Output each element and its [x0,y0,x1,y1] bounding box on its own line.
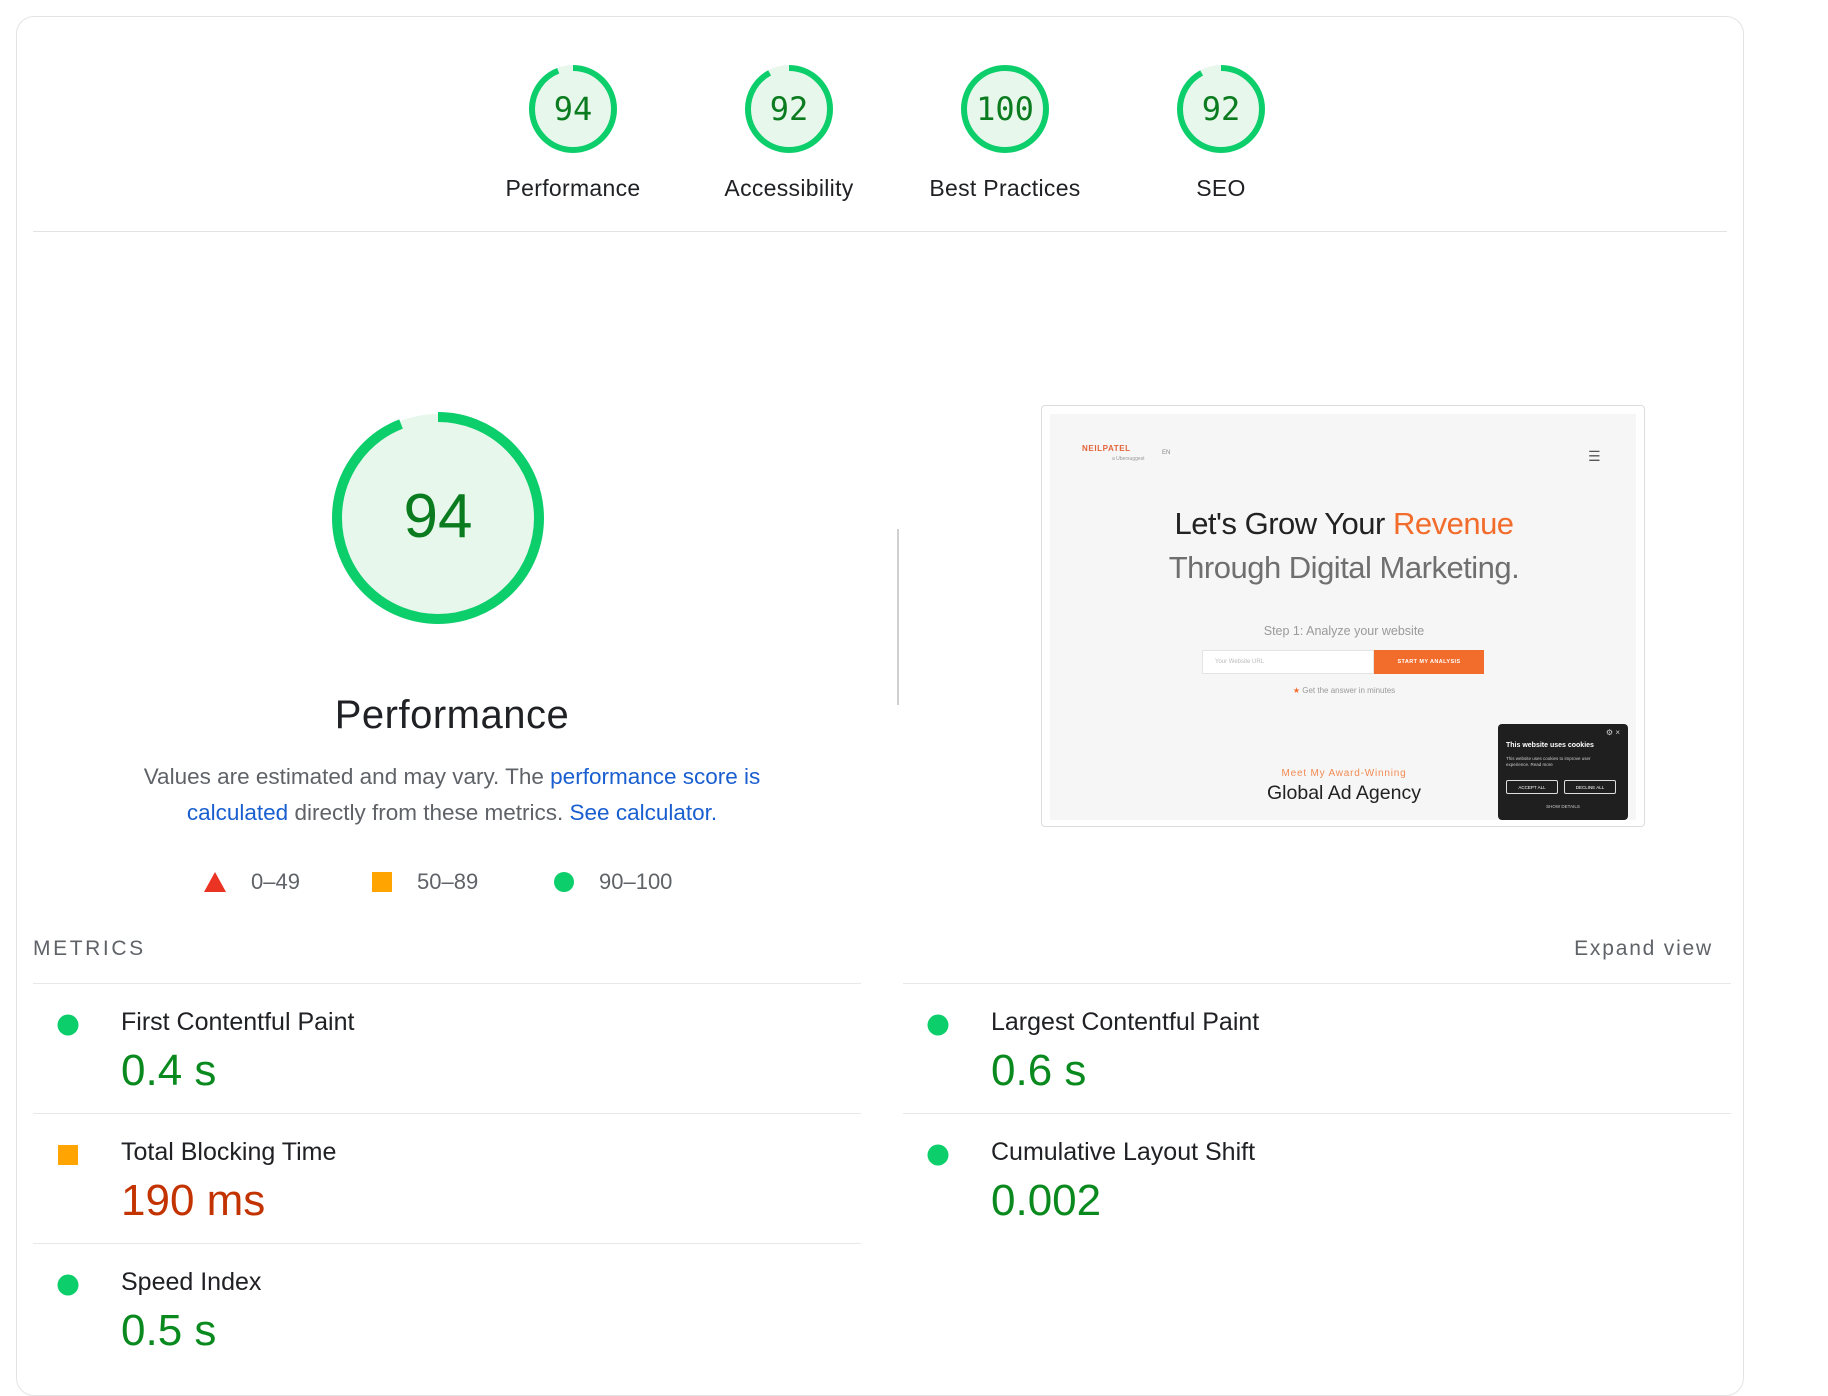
metric-value: 0.4 s [121,1046,217,1095]
expand-view-toggle[interactable]: Expand view [1574,937,1713,961]
pass-circle-icon [927,1144,949,1166]
metric-cls: Cumulative Layout Shift 0.002 [903,1113,1731,1243]
hero-heading-text: Let's Grow Your [1174,506,1393,541]
pass-circle-icon [927,1014,949,1036]
language-switch: EN [1162,450,1171,456]
performance-title: Performance [334,693,570,737]
vertical-divider [897,529,899,705]
gauge-ring: 92 [1177,65,1265,153]
gauge-score: 92 [770,90,809,128]
gauge-label: Performance [505,175,641,201]
metric-value: 190 ms [121,1176,266,1225]
show-details: SHOW DETAILS [1546,804,1580,809]
category-gauges: 94 Performance 92 Accessibility 100 Best… [33,17,1727,232]
star-icon: ★ [1292,686,1300,695]
report-card: 94 Performance 92 Accessibility 100 Best… [16,16,1744,1396]
close-icon: ⚙ × [1605,728,1620,737]
metric-name: Speed Index [121,1268,262,1296]
metric-name: Cumulative Layout Shift [991,1138,1256,1166]
triangle-icon [204,872,226,892]
gauge-ring-large: 94 [332,412,544,624]
performance-score: 94 [404,482,473,551]
gauge-score: 100 [976,90,1034,128]
cookie-banner: ⚙ × This website uses cookies This websi… [1498,724,1628,820]
site-logo: NEILPATEL [1082,444,1131,453]
page-screenshot[interactable]: NEILPATEL a Ubersuggest EN ☰ Let's Grow … [1041,405,1645,827]
hero-subheading: Through Digital Marketing. [1168,550,1520,585]
gauge-label: SEO [1196,175,1246,201]
gauge-seo[interactable]: 92 SEO [1111,61,1331,202]
gauge-ring: 92 [745,65,833,153]
metric-lcp: Largest Contentful Paint 0.6 s [903,983,1731,1113]
legend-range: 90–100 [599,869,673,894]
hero-note-text: Get the answer in minutes [1302,686,1396,695]
gauge-best-practices[interactable]: 100 Best Practices [895,61,1115,202]
legend-average: 50–89 [371,869,478,895]
gauge-accessibility[interactable]: 92 Accessibility [679,61,899,202]
legend-range: 50–89 [417,869,479,894]
hero-step: Step 1: Analyze your website [1263,624,1425,638]
performance-description: Values are estimated and may vary. The p… [107,759,797,831]
legend-pass: 90–100 [553,869,672,895]
url-input: Your Website URL [1202,650,1374,674]
average-square-icon [58,1145,78,1165]
performance-gauge-large: 94 [327,407,549,634]
square-icon [372,872,392,892]
menu-icon: ☰ [1588,448,1601,464]
metric-fcp: First Contentful Paint 0.4 s [33,983,861,1113]
metric-name: Largest Contentful Paint [991,1008,1260,1036]
gauge-ring: 94 [529,65,617,153]
pass-circle-icon [57,1274,79,1296]
metric-value: 0.5 s [121,1306,217,1355]
gauge-performance[interactable]: 94 Performance [463,61,683,202]
desc-text: Values are estimated and may vary. The [143,764,551,789]
metric-value: 0.6 s [991,1046,1087,1095]
see-calculator-link[interactable]: See calculator. [570,800,718,825]
cookie-title: This website uses cookies [1506,742,1594,749]
accept-all-button: ACCEPT ALL [1506,780,1558,794]
metric-name: Total Blocking Time [121,1138,337,1166]
metric-value: 0.002 [991,1176,1102,1225]
gauge-label: Best Practices [929,175,1081,201]
hero-heading: Let's Grow Your Revenue [1050,506,1636,542]
site-logo-sub: a Ubersuggest [1112,456,1145,462]
cookie-body: This website uses cookies to improve use… [1506,756,1591,767]
circle-icon [554,872,574,892]
gauge-ring: 100 [961,65,1049,153]
metric-tbt: Total Blocking Time 190 ms [33,1113,861,1243]
legend-range: 0–49 [251,869,300,894]
decline-all-button: DECLINE ALL [1564,780,1616,794]
gauge-score: 94 [554,90,593,128]
screenshot-content: NEILPATEL a Ubersuggest EN ☰ Let's Grow … [1050,414,1636,820]
metrics-title: METRICS [33,937,146,960]
pass-circle-icon [57,1014,79,1036]
gauge-label: Accessibility [724,175,854,201]
hero-note: ★ Get the answer in minutes [1050,686,1636,695]
gauge-score: 92 [1202,90,1241,128]
metric-name: First Contentful Paint [121,1008,355,1036]
start-analysis-button: START MY ANALYSIS [1374,650,1484,674]
hero-heading-accent: Revenue [1392,506,1514,541]
desc-text: directly from these metrics. [288,800,570,825]
metrics-header: METRICS Expand view [33,933,1727,983]
metric-speed-index: Speed Index 0.5 s [33,1243,861,1373]
legend-fail: 0–49 [203,869,300,895]
